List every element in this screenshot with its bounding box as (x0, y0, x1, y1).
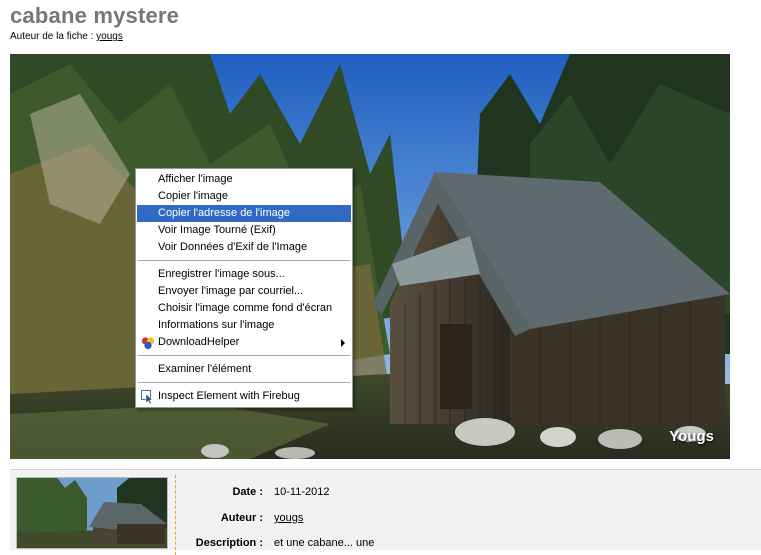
menu-item-email-image[interactable]: Envoyer l'image par courriel... (137, 283, 351, 300)
date-value: 10-11-2012 (274, 486, 330, 498)
menu-item-view-rotated-image[interactable]: Voir Image Tourné (Exif) (137, 222, 351, 239)
author-prefix: Auteur de la fiche : (10, 31, 97, 42)
menu-separator (138, 260, 350, 261)
author-value-link[interactable]: yougs (274, 512, 303, 524)
downloadhelper-icon (141, 337, 155, 350)
menu-item-label: Inspect Element with Firebug (158, 390, 300, 402)
firebug-inspect-icon (141, 390, 154, 404)
menu-item-inspect-firebug[interactable]: Inspect Element with Firebug (137, 388, 351, 405)
menu-item-view-image[interactable]: Afficher l'image (137, 171, 351, 188)
description-value: et une cabane... une (274, 537, 375, 549)
menu-item-copy-image[interactable]: Copier l'image (137, 188, 351, 205)
date-label: Date : (232, 486, 263, 498)
menu-item-downloadhelper[interactable]: DownloadHelper (137, 334, 351, 351)
menu-item-inspect-element[interactable]: Examiner l'élément (137, 361, 351, 378)
menu-item-image-info[interactable]: Informations sur l'image (137, 317, 351, 334)
page-title: cabane mystere (10, 3, 180, 28)
author-line: Auteur de la fiche : yougs (10, 31, 123, 42)
photo-scene (10, 54, 730, 459)
description-label: Description : (195, 537, 263, 549)
menu-item-set-as-wallpaper[interactable]: Choisir l'image comme fond d'écran (137, 300, 351, 317)
photo-watermark: Yougs (669, 428, 714, 445)
menu-item-view-exif-data[interactable]: Voir Données d'Exif de l'Image (137, 239, 351, 256)
author-label: Auteur : (220, 512, 263, 524)
submenu-arrow-icon (341, 339, 345, 347)
details-panel: Date : 10-11-2012 Auteur : yougs Descrip… (10, 469, 761, 555)
author-link[interactable]: yougs (96, 31, 123, 42)
menu-item-copy-image-address[interactable]: Copier l'adresse de l'image (137, 205, 351, 222)
author-value: yougs (274, 512, 303, 524)
menu-separator (138, 355, 350, 356)
menu-item-label: DownloadHelper (158, 336, 240, 348)
main-photo[interactable]: Yougs (10, 54, 730, 459)
context-menu: Afficher l'image Copier l'image Copier l… (135, 168, 353, 408)
menu-separator (138, 382, 350, 383)
menu-item-save-image-as[interactable]: Enregistrer l'image sous... (137, 266, 351, 283)
